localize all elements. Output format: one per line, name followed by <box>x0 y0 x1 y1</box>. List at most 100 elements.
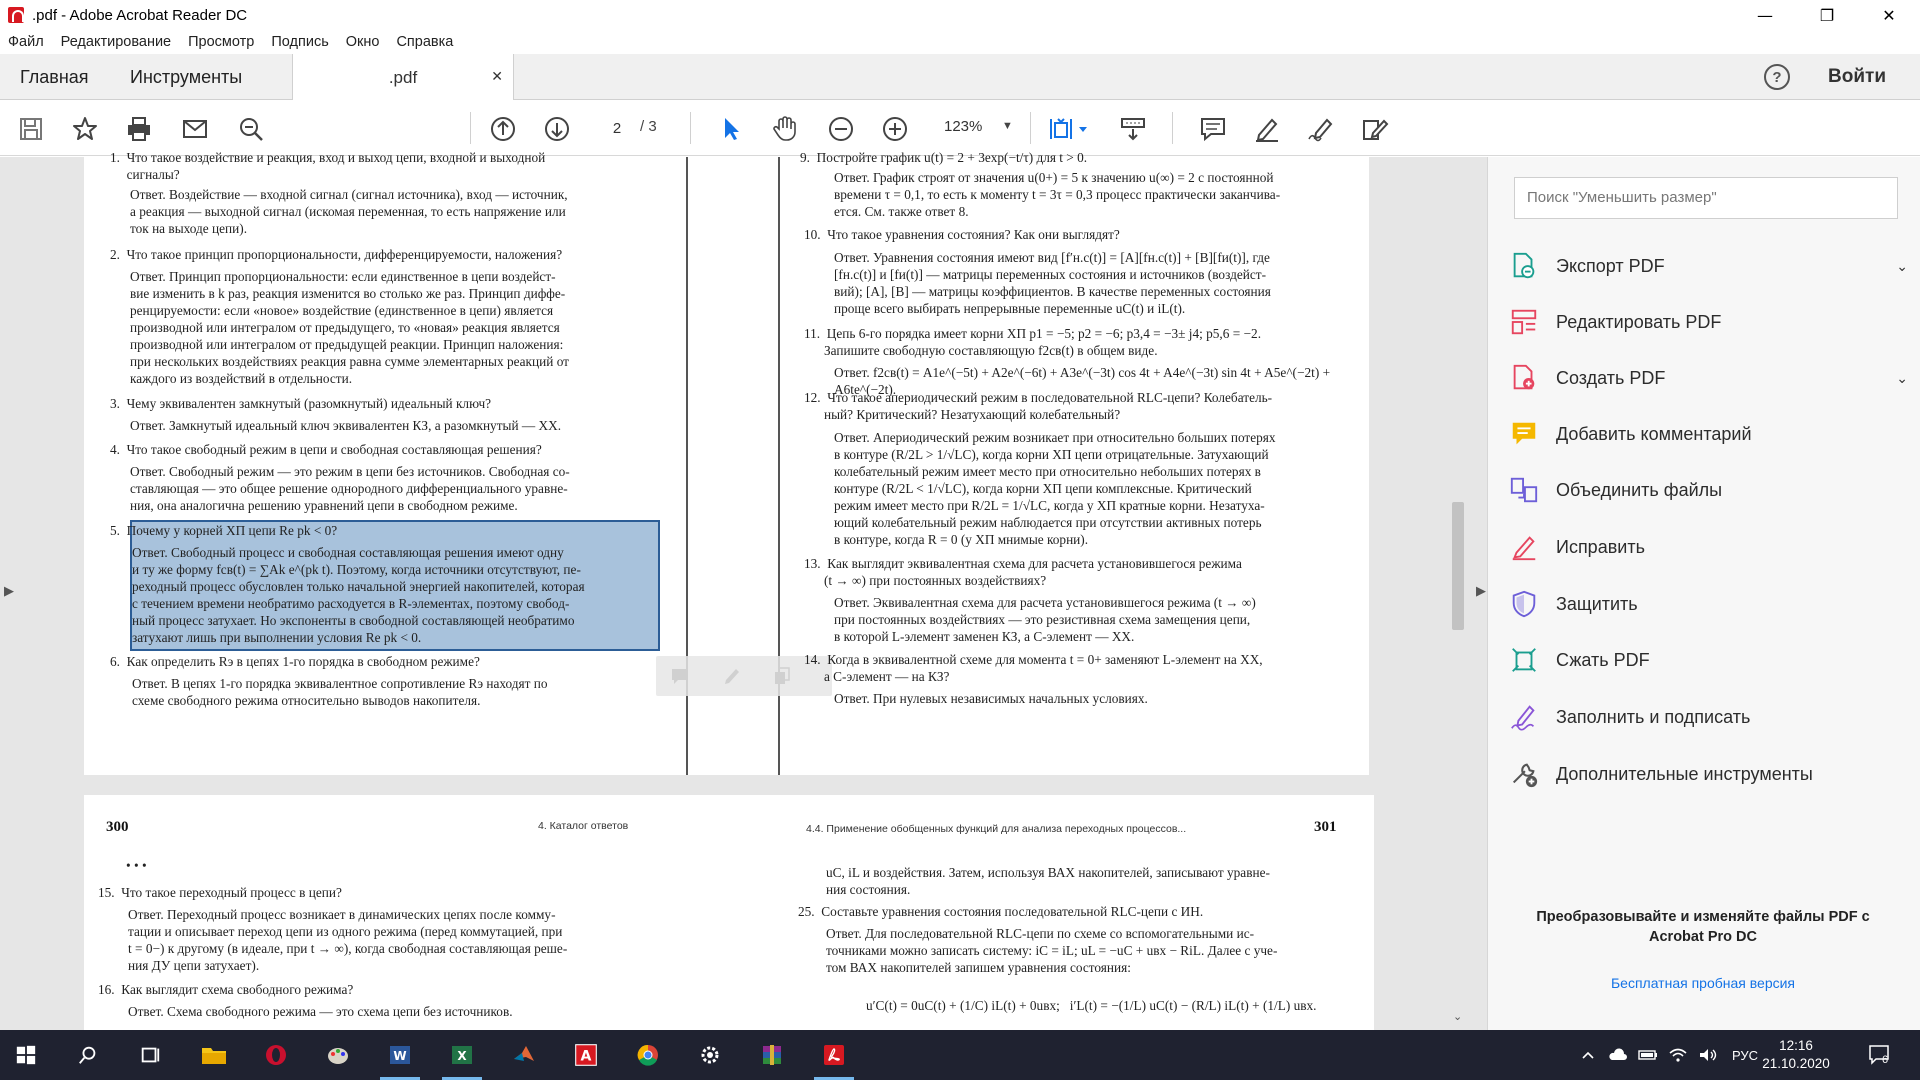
menu-help[interactable]: Справка <box>396 34 453 50</box>
email-icon[interactable] <box>180 114 210 144</box>
battery-icon[interactable] <box>1638 1030 1658 1080</box>
volume-icon[interactable] <box>1698 1030 1718 1080</box>
input-language[interactable]: РУС <box>1732 1030 1758 1080</box>
page-total: / 3 <box>640 118 657 135</box>
tab-close-icon[interactable]: ✕ <box>491 68 503 85</box>
question-5: 5. Почему у корней ХП цепи Re pk < 0? <box>110 523 338 538</box>
svg-text:A: A <box>581 1048 592 1064</box>
scroll-down-icon[interactable]: ⌄ <box>1453 1010 1462 1023</box>
tools-search-input[interactable]: Поиск "Уменьшить размер" <box>1514 177 1898 219</box>
print-icon[interactable] <box>124 114 154 144</box>
acrobat-reader-task-icon[interactable]: A <box>566 1038 606 1072</box>
windows-taskbar: W X A РУС 12:16 21.10.2020 6 <box>0 1030 1920 1080</box>
windows-start-icon[interactable] <box>6 1038 46 1072</box>
vertical-scrollbar[interactable] <box>1449 157 1467 1030</box>
close-window-button[interactable]: ✕ <box>1858 0 1920 30</box>
collapse-left-icon[interactable]: ▶ <box>4 583 14 599</box>
chevron-down-icon[interactable]: ⌄ <box>1896 370 1908 387</box>
tab-row: Главная Инструменты .pdf ✕ ? Войти <box>0 54 1920 101</box>
menu-file[interactable]: Файл <box>8 34 44 50</box>
tool-label: Сжать PDF <box>1556 649 1650 670</box>
tool-fix[interactable]: Исправить <box>1508 527 1908 567</box>
menu-edit[interactable]: Редактирование <box>61 34 171 50</box>
save-icon[interactable] <box>16 114 46 144</box>
mini-comment-icon[interactable] <box>670 666 690 686</box>
tool-protect[interactable]: Защитить <box>1508 584 1908 624</box>
tool-add-comment[interactable]: Добавить комментарий <box>1508 414 1908 454</box>
tab-tools[interactable]: Инструменты <box>130 54 242 100</box>
zoom-level-select[interactable]: 123% <box>944 118 982 135</box>
menu-view[interactable]: Просмотр <box>188 34 254 50</box>
notifications-icon[interactable]: 6 <box>1868 1030 1892 1080</box>
bookmark-star-icon[interactable] <box>70 114 100 144</box>
question-12: 12. Что такое апериодический режим в пос… <box>804 390 1273 422</box>
zoom-out-icon[interactable] <box>826 114 856 144</box>
page-number-300: 300 <box>106 819 129 835</box>
sign-pen-icon[interactable] <box>1306 114 1336 144</box>
help-icon[interactable]: ? <box>1764 64 1790 90</box>
opera-browser-icon[interactable] <box>256 1038 296 1072</box>
tool-compress-pdf[interactable]: Сжать PDF <box>1508 640 1908 680</box>
zoom-in-icon[interactable] <box>880 114 910 144</box>
tool-label: Добавить комментарий <box>1556 423 1752 444</box>
mini-copy-icon[interactable] <box>772 666 792 686</box>
tool-label: Дополнительные инструменты <box>1556 763 1813 784</box>
answer-25: Ответ. Для последовательной RLC-цепи по … <box>826 926 1278 975</box>
file-explorer-icon[interactable] <box>194 1038 234 1072</box>
tab-home[interactable]: Главная <box>20 54 89 100</box>
onedrive-cloud-icon[interactable] <box>1608 1030 1628 1080</box>
tool-label: Экспорт PDF <box>1556 255 1665 276</box>
system-clock[interactable]: 12:16 21.10.2020 <box>1756 1037 1836 1073</box>
free-trial-link[interactable]: Бесплатная пробная версия <box>1508 975 1898 991</box>
settings-gear-icon[interactable] <box>690 1038 730 1072</box>
scrollbar-thumb[interactable] <box>1452 502 1464 630</box>
wifi-icon[interactable] <box>1668 1030 1688 1080</box>
search-zoom-icon[interactable] <box>236 114 266 144</box>
mini-highlight-icon[interactable] <box>722 666 742 686</box>
tool-edit-pdf[interactable]: Редактировать PDF <box>1508 302 1908 342</box>
chevron-down-icon[interactable]: ⌄ <box>1896 258 1908 275</box>
tool-create-pdf[interactable]: Создать PDF ⌄ <box>1508 358 1908 398</box>
excel-app-icon[interactable]: X <box>442 1038 482 1080</box>
highlight-pen-icon[interactable] <box>1252 114 1282 144</box>
fill-form-icon[interactable] <box>1360 114 1390 144</box>
matlab-app-icon[interactable] <box>504 1038 544 1072</box>
chrome-browser-icon[interactable] <box>628 1038 668 1072</box>
tool-label: Объединить файлы <box>1556 479 1723 500</box>
task-view-icon[interactable] <box>130 1038 170 1072</box>
tab-document[interactable]: .pdf ✕ <box>292 54 514 101</box>
menu-sign[interactable]: Подпись <box>271 34 328 50</box>
scroll-mode-icon[interactable] <box>1118 114 1148 144</box>
select-cursor-icon[interactable] <box>716 114 746 144</box>
acrobat-active-task-icon[interactable] <box>814 1038 854 1080</box>
page-number-input[interactable]: 2 <box>596 116 638 142</box>
zoom-dropdown-icon[interactable]: ▼ <box>1002 120 1013 132</box>
menu-window[interactable]: Окно <box>346 34 380 50</box>
acrobat-window: .pdf - Adobe Acrobat Reader DC — ❐ ✕ Фай… <box>0 0 1920 1080</box>
tools-pane: Поиск "Уменьшить размер" Экспорт PDF ⌄ Р… <box>1487 157 1920 1030</box>
comment-icon[interactable] <box>1198 114 1228 144</box>
tray-chevron-icon[interactable] <box>1580 1030 1596 1080</box>
ellipsis-dots: • • • <box>126 858 147 873</box>
maximize-button[interactable]: ❐ <box>1796 0 1858 30</box>
word-app-icon[interactable]: W <box>380 1038 420 1080</box>
expand-right-panel-icon[interactable]: ▶ <box>1476 583 1486 599</box>
fit-page-dropdown-icon[interactable] <box>1076 114 1090 144</box>
paint-app-icon[interactable] <box>318 1038 358 1072</box>
search-icon[interactable] <box>68 1038 108 1072</box>
question-25: 25. Составьте уравнения состояния послед… <box>798 904 1204 919</box>
hand-tool-icon[interactable] <box>770 114 800 144</box>
tool-export-pdf[interactable]: Экспорт PDF ⌄ <box>1508 246 1908 286</box>
signin-button[interactable]: Войти <box>1828 66 1886 88</box>
winrar-app-icon[interactable] <box>752 1038 792 1072</box>
tool-fill-sign[interactable]: Заполнить и подписать <box>1508 697 1908 737</box>
page-up-icon[interactable] <box>488 114 518 144</box>
question-3: 3. Чему эквивалентен замкнутый (разомкну… <box>110 396 492 411</box>
tool-label: Исправить <box>1556 536 1645 557</box>
tool-combine-files[interactable]: Объединить файлы <box>1508 470 1908 510</box>
fit-page-icon[interactable] <box>1046 114 1076 144</box>
page-down-icon[interactable] <box>542 114 572 144</box>
tool-more-tools[interactable]: Дополнительные инструменты <box>1508 754 1908 794</box>
menu-bar: Файл Редактирование Просмотр Подпись Окн… <box>0 30 1920 54</box>
minimize-button[interactable]: — <box>1734 0 1796 30</box>
